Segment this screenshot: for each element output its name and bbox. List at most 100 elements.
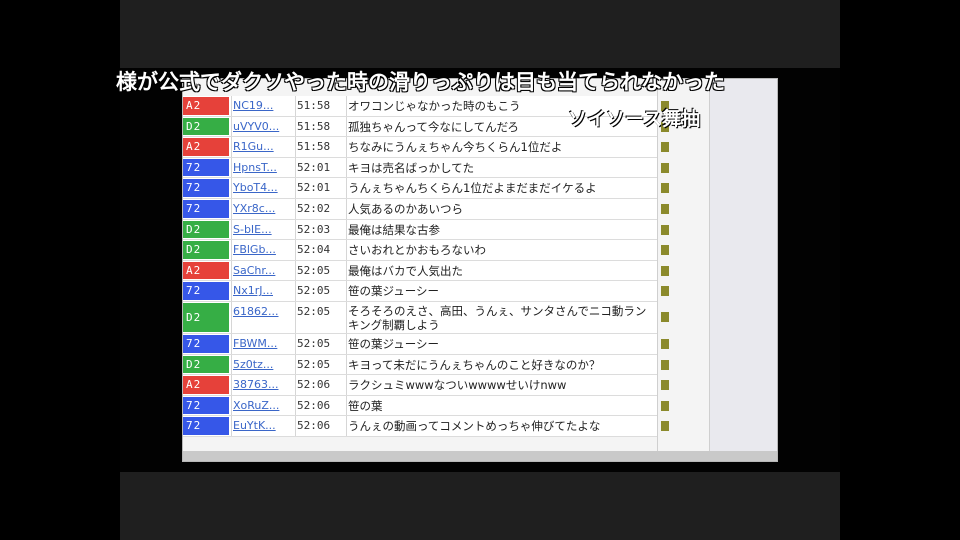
comment-row[interactable]: A2 SaChr... 52:05 最俺はバカで人気出た: [183, 260, 669, 282]
column-divider: [346, 116, 347, 137]
column-divider: [295, 198, 296, 219]
comment-time: 52:04: [297, 243, 331, 257]
flag-icon[interactable]: [661, 421, 669, 432]
flag-icon[interactable]: [661, 338, 669, 349]
user-badge: D2: [183, 241, 229, 259]
comment-row[interactable]: D2 5z0tz... 52:05 キヨって未だにうんぇちゃんのこと好きなのか？: [183, 354, 669, 376]
comment-row[interactable]: A2 R1Gu... 51:58 ちなみにうんぇちゃん今ちくらん1位だよ: [183, 137, 669, 158]
letterbox-right: [840, 0, 960, 540]
comment-row[interactable]: 72 HpnsT... 52:01 キヨは売名ばっかしてた: [183, 157, 669, 179]
user-id-link[interactable]: XoRuZ...: [233, 396, 293, 416]
user-badge: D2: [183, 355, 229, 374]
user-id-link[interactable]: S-bIE...: [233, 220, 293, 240]
user-badge: D2: [183, 117, 229, 136]
comment-text: ラクシュミwwwなついwwwwせいけnww: [348, 378, 567, 393]
user-badge: A2: [183, 97, 229, 115]
column-divider: [295, 137, 296, 157]
column-divider: [231, 260, 232, 281]
user-badge: A2: [183, 376, 229, 394]
flag-icon[interactable]: [661, 311, 669, 322]
user-id-link[interactable]: SaChr...: [233, 261, 293, 281]
comment-text: そろそろのえさ、高田、うんぇ、サンタさんでニコ動ランキング制覇しよう: [348, 303, 647, 332]
column-divider: [346, 198, 347, 219]
letterbox-left: [0, 0, 120, 540]
comment-time: 52:05: [297, 263, 331, 277]
flag-icon[interactable]: [661, 203, 669, 214]
user-badge: A2: [183, 261, 229, 280]
user-id-link[interactable]: 5z0tz...: [233, 355, 293, 375]
column-divider: [295, 375, 296, 395]
comment-row[interactable]: D2 61862... 52:05 そろそろのえさ、高田、うんぇ、サンタさんでニコ動ラ…: [183, 301, 669, 334]
user-badge: 72: [183, 179, 229, 197]
column-divider: [231, 416, 232, 436]
user-id-link[interactable]: HpnsT...: [233, 158, 293, 178]
flag-icon[interactable]: [661, 286, 669, 297]
comment-row[interactable]: 72 XoRuZ... 52:06 笹の葉: [183, 395, 669, 417]
comment-row[interactable]: 72 YXr8c... 52:02 人気あるのかあいつら: [183, 198, 669, 220]
comment-row[interactable]: 72 Nx1rJ... 52:05 笹の葉ジューシー: [183, 281, 669, 302]
column-divider: [231, 333, 232, 354]
user-id-link[interactable]: FBlGb...: [233, 240, 293, 260]
flag-icon[interactable]: [661, 245, 669, 256]
column-divider: [709, 79, 710, 453]
comment-row[interactable]: D2 S-bIE... 52:03 最俺は結果な古参: [183, 219, 669, 241]
user-badge: D2: [183, 302, 229, 332]
comment-row[interactable]: 72 YboT4... 52:01 うんぇちゃんちくらん1位だよまだまだイケるよ: [183, 178, 669, 199]
flag-icon[interactable]: [661, 359, 669, 370]
user-id-link[interactable]: Nx1rJ...: [233, 281, 293, 301]
user-id-link[interactable]: EuYtK...: [233, 416, 293, 436]
user-badge: 72: [183, 282, 229, 300]
user-id-link[interactable]: YboT4...: [233, 178, 293, 198]
comment-text: 最俺はバカで人気出た: [348, 263, 463, 278]
comment-text: 最俺は結果な古参: [348, 222, 440, 237]
user-id-link[interactable]: NC19...: [233, 96, 293, 116]
column-divider: [231, 354, 232, 375]
column-divider: [231, 157, 232, 178]
user-id-link[interactable]: YXr8c...: [233, 199, 293, 219]
column-divider: [346, 375, 347, 395]
column-divider: [346, 281, 347, 301]
column-divider: [657, 79, 658, 453]
flag-icon[interactable]: [661, 400, 669, 411]
column-divider: [231, 137, 232, 157]
column-divider: [346, 354, 347, 375]
user-id-link[interactable]: 61862...: [233, 302, 293, 322]
overlay-comment: ソイソース舞抽: [568, 108, 701, 130]
comment-row[interactable]: D2 FBlGb... 52:04 さいおれとかおもろないわ: [183, 240, 669, 261]
column-divider: [295, 116, 296, 137]
comment-row[interactable]: A2 38763... 52:06 ラクシュミwwwなついwwwwせいけnww: [183, 375, 669, 396]
flag-icon[interactable]: [661, 380, 669, 391]
column-divider: [295, 260, 296, 281]
comment-row[interactable]: 72 EuYtK... 52:06 うんぇの動画ってコメントめっちゃ伸びてたよな: [183, 416, 669, 437]
column-divider: [295, 301, 296, 333]
user-id-link[interactable]: uVYV0...: [233, 117, 293, 137]
user-id-link[interactable]: R1Gu...: [233, 137, 293, 157]
column-divider: [346, 333, 347, 354]
comment-time: 52:01: [297, 160, 331, 174]
comment-time: 52:06: [297, 378, 331, 392]
user-id-link[interactable]: FBWM...: [233, 334, 293, 354]
comment-time: 52:05: [297, 336, 331, 350]
flag-icon[interactable]: [661, 162, 669, 173]
flag-icon[interactable]: [661, 183, 669, 194]
column-divider: [231, 240, 232, 260]
column-divider: [346, 260, 347, 281]
comment-text: 笹の葉: [348, 398, 383, 413]
flag-icon[interactable]: [661, 142, 669, 153]
comment-text: 笹の葉ジューシー: [348, 284, 439, 299]
user-badge: 72: [183, 396, 229, 415]
comment-row[interactable]: 72 FBWM... 52:05 笹の葉ジューシー: [183, 333, 669, 355]
flag-icon[interactable]: [661, 224, 669, 235]
comment-text: さいおれとかおもろないわ: [348, 243, 486, 258]
column-divider: [295, 157, 296, 178]
flag-icon[interactable]: [661, 265, 669, 276]
column-divider: [346, 96, 347, 116]
column-divider: [231, 198, 232, 219]
column-divider: [295, 416, 296, 436]
comment-text: キヨって未だにうんぇちゃんのこと好きなのか？: [348, 357, 601, 372]
overlay-comment: 様が公式でダクソやった時の滑りっぷりは目も当てられなかった: [116, 70, 725, 94]
panel-footer: [183, 451, 777, 461]
user-id-link[interactable]: 38763...: [233, 375, 293, 395]
letterbox-top: [120, 0, 840, 68]
comment-text: ちなみにうんぇちゃん今ちくらん1位だよ: [348, 140, 563, 155]
